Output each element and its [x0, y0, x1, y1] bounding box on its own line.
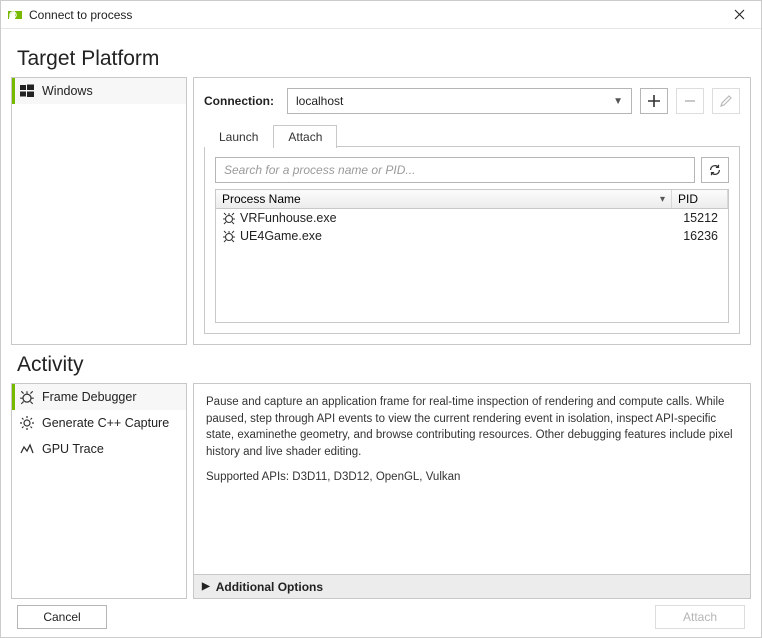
plus-icon — [647, 94, 661, 108]
trace-icon — [18, 441, 36, 457]
process-name: UE4Game.exe — [238, 229, 668, 243]
window-title: Connect to process — [29, 8, 132, 22]
tab-launch[interactable]: Launch — [204, 125, 273, 148]
chevron-down-icon: ▼ — [613, 96, 623, 107]
gear-icon — [18, 415, 36, 431]
process-table-header[interactable]: Process Name ▾ PID — [216, 190, 728, 209]
refresh-icon — [708, 163, 722, 177]
activity-heading: Activity — [17, 353, 747, 377]
sidebar-item-frame-debugger[interactable]: Frame Debugger — [12, 384, 186, 410]
sidebar-item-windows[interactable]: Windows — [12, 78, 186, 104]
bug-icon — [220, 229, 238, 243]
close-button[interactable] — [723, 1, 755, 28]
column-process-name: Process Name ▾ — [216, 190, 672, 208]
tab-attach[interactable]: Attach — [273, 125, 337, 148]
windows-icon — [18, 83, 36, 99]
target-main-panel: Connection: localhost ▼ — [193, 77, 751, 345]
sidebar-item-gpu-trace[interactable]: GPU Trace — [12, 436, 186, 462]
process-row[interactable]: VRFunhouse.exe 15212 — [216, 209, 728, 227]
bug-icon — [220, 211, 238, 225]
sidebar-item-label: Generate C++ Capture — [42, 416, 169, 430]
activity-description: Pause and capture an application frame f… — [194, 384, 750, 574]
attach-launch-tabs: Launch Attach — [204, 124, 740, 147]
additional-options-toggle[interactable]: ▶ Additional Options — [194, 574, 750, 598]
connection-dropdown[interactable]: localhost ▼ — [287, 88, 632, 114]
connect-dialog: Connect to process Target Platform Windo… — [0, 0, 762, 638]
triangle-right-icon: ▶ — [202, 581, 210, 592]
connection-value: localhost — [296, 94, 343, 108]
target-sidebar: Windows — [11, 77, 187, 345]
nvidia-logo-icon — [7, 7, 23, 23]
edit-connection-button[interactable] — [712, 88, 740, 114]
pencil-icon — [719, 94, 733, 108]
close-icon — [734, 9, 745, 20]
process-table: Process Name ▾ PID VRFunhouse.exe 15212 — [215, 189, 729, 323]
process-search-input[interactable] — [215, 157, 695, 183]
process-pid: 15212 — [668, 211, 724, 225]
sidebar-item-generate-cpp[interactable]: Generate C++ Capture — [12, 410, 186, 436]
sort-indicator-icon: ▾ — [660, 194, 665, 205]
sidebar-item-label: Windows — [42, 84, 93, 98]
connection-label: Connection: — [204, 94, 279, 108]
titlebar: Connect to process — [1, 1, 761, 29]
attach-tab-content: Process Name ▾ PID VRFunhouse.exe 15212 — [204, 147, 740, 334]
sidebar-item-label: Frame Debugger — [42, 390, 137, 404]
process-name: VRFunhouse.exe — [238, 211, 668, 225]
sidebar-item-label: GPU Trace — [42, 442, 104, 456]
cancel-button[interactable]: Cancel — [17, 605, 107, 629]
bug-icon — [18, 389, 36, 405]
add-connection-button[interactable] — [640, 88, 668, 114]
remove-connection-button[interactable] — [676, 88, 704, 114]
activity-main-panel: Pause and capture an application frame f… — [193, 383, 751, 599]
attach-button[interactable]: Attach — [655, 605, 745, 629]
dialog-footer: Cancel Attach — [11, 599, 751, 631]
minus-icon — [683, 94, 697, 108]
column-pid: PID — [672, 190, 728, 208]
activity-sidebar: Frame Debugger Generate C++ Capture GPU … — [11, 383, 187, 599]
process-pid: 16236 — [668, 229, 724, 243]
refresh-button[interactable] — [701, 157, 729, 183]
target-platform-heading: Target Platform — [17, 47, 747, 71]
process-row[interactable]: UE4Game.exe 16236 — [216, 227, 728, 245]
